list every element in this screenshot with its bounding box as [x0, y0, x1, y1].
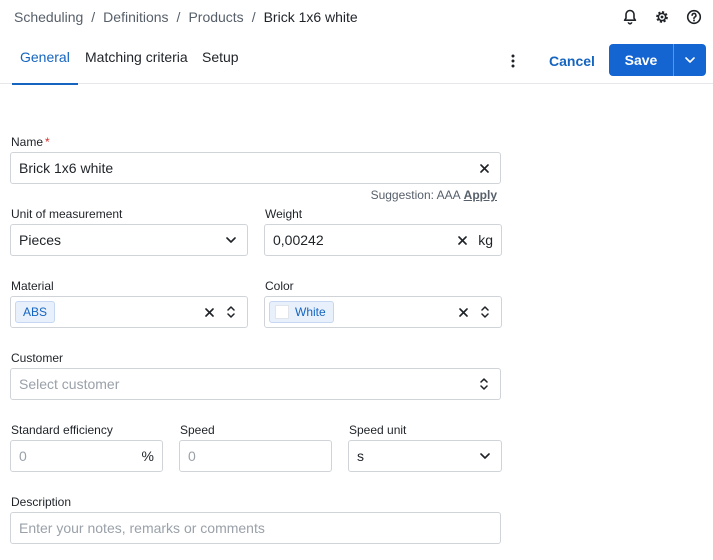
clear-icon[interactable]	[201, 304, 217, 320]
chevron-down-icon	[685, 57, 695, 63]
percent-suffix: %	[141, 448, 154, 464]
suggestion-text: Suggestion: AAA	[370, 188, 461, 202]
chevron-up-down-icon	[477, 304, 493, 320]
clear-icon[interactable]	[476, 160, 492, 176]
unit-value: Pieces	[19, 232, 62, 248]
efficiency-field[interactable]: 0 %	[10, 440, 163, 472]
name-label-text: Name	[11, 135, 44, 149]
color-swatch	[275, 305, 289, 319]
tabs-bar: General Matching criteria Setup Cancel S…	[0, 34, 713, 85]
cancel-button[interactable]: Cancel	[540, 45, 604, 77]
breadcrumb: Scheduling / Definitions / Products / Br…	[14, 9, 358, 25]
color-chip[interactable]: White	[269, 301, 334, 323]
name-suggestion: Suggestion: AAA Apply	[371, 188, 497, 202]
chevron-down-icon	[223, 232, 239, 248]
weight-field[interactable]: 0,00242 kg	[264, 224, 502, 256]
save-button-group: Save	[609, 44, 706, 76]
breadcrumb-current: Brick 1x6 white	[263, 9, 358, 25]
weight-value: 0,00242	[273, 232, 324, 248]
speed-unit-select[interactable]: s	[348, 440, 502, 472]
speed-unit-value: s	[357, 448, 364, 464]
chevron-up-down-icon	[476, 376, 492, 392]
unit-select[interactable]: Pieces	[10, 224, 248, 256]
breadcrumb-separator: /	[91, 9, 96, 25]
material-chips: ABS	[15, 301, 195, 323]
unit-label: Unit of measurement	[11, 207, 123, 221]
speed-label: Speed	[180, 423, 215, 437]
speed-unit-label: Speed unit	[349, 423, 407, 437]
bell-icon[interactable]	[619, 7, 641, 27]
save-options-button[interactable]	[673, 44, 706, 76]
description-field[interactable]: Enter your notes, remarks or comments	[10, 512, 501, 544]
name-field[interactable]: Brick 1x6 white	[10, 152, 501, 184]
material-chip-label: ABS	[23, 305, 48, 319]
material-chip[interactable]: ABS	[15, 301, 56, 323]
breadcrumb-definitions[interactable]: Definitions	[103, 9, 168, 25]
color-chip-label: White	[295, 305, 326, 319]
breadcrumb-products[interactable]: Products	[188, 9, 243, 25]
material-select[interactable]: ABS	[10, 296, 248, 328]
customer-label: Customer	[11, 351, 64, 365]
description-label: Description	[11, 495, 72, 509]
more-options-icon[interactable]	[503, 51, 523, 71]
name-value: Brick 1x6 white	[19, 160, 114, 176]
speed-placeholder: 0	[188, 448, 196, 464]
name-label: Name *	[11, 135, 50, 149]
breadcrumb-separator: /	[251, 9, 256, 25]
color-chips: White	[269, 301, 449, 323]
weight-label: Weight	[265, 207, 303, 221]
color-label: Color	[265, 279, 294, 293]
top-bar: Scheduling / Definitions / Products / Br…	[0, 0, 713, 34]
clear-icon[interactable]	[455, 304, 471, 320]
customer-select[interactable]: Select customer	[10, 368, 501, 400]
speed-field[interactable]: 0	[179, 440, 332, 472]
clear-icon[interactable]	[454, 232, 470, 248]
gear-icon[interactable]	[651, 7, 673, 27]
apply-suggestion-link[interactable]: Apply	[464, 188, 497, 202]
weight-unit: kg	[478, 232, 493, 248]
tab-matching-criteria[interactable]: Matching criteria	[85, 34, 188, 84]
tab-setup[interactable]: Setup	[202, 34, 239, 84]
breadcrumb-separator: /	[176, 9, 181, 25]
color-select[interactable]: White	[264, 296, 502, 328]
required-marker: *	[45, 135, 50, 149]
top-icons	[619, 7, 705, 27]
customer-placeholder: Select customer	[19, 376, 120, 392]
efficiency-label: Standard efficiency	[11, 423, 113, 437]
product-form: Name * Brick 1x6 white Suggestion: AAA App…	[0, 84, 713, 560]
help-icon[interactable]	[683, 7, 705, 27]
material-label: Material	[11, 279, 54, 293]
description-placeholder: Enter your notes, remarks or comments	[19, 520, 265, 536]
save-button[interactable]: Save	[609, 44, 673, 76]
breadcrumb-scheduling[interactable]: Scheduling	[14, 9, 83, 25]
chevron-down-icon	[477, 448, 493, 464]
tab-general[interactable]: General	[12, 34, 78, 85]
efficiency-placeholder: 0	[19, 448, 27, 464]
chevron-up-down-icon	[223, 304, 239, 320]
